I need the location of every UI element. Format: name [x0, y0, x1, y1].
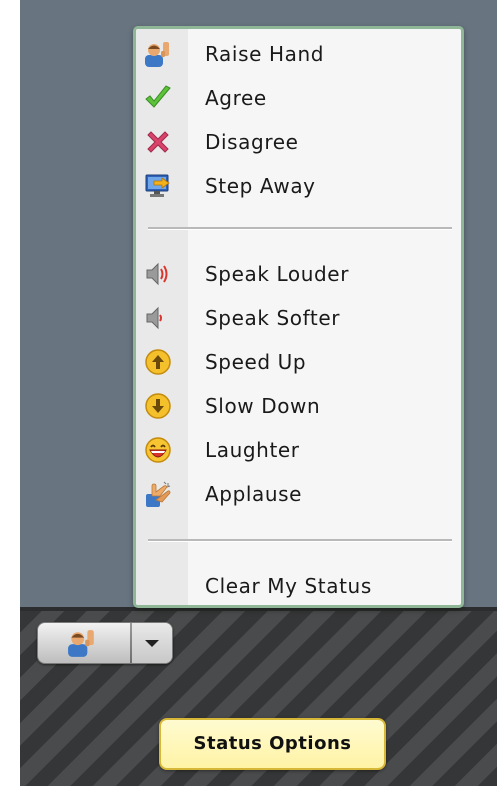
- status-dropdown-button[interactable]: [132, 623, 172, 663]
- menu-item-speak-louder[interactable]: Speak Louder: [136, 254, 461, 294]
- speaker-loud-icon: [144, 260, 172, 288]
- status-options-tooltip: Status Options: [159, 718, 386, 770]
- menu-item-label: Laughter: [205, 438, 300, 462]
- checkmark-icon: [144, 84, 172, 112]
- menu-item-slow-down[interactable]: Slow Down: [136, 386, 461, 426]
- menu-item-label: Applause: [205, 482, 303, 506]
- menu-separator: [148, 227, 452, 230]
- menu-item-label: Step Away: [205, 174, 316, 198]
- raise-hand-icon: [67, 628, 97, 658]
- menu-item-laughter[interactable]: Laughter: [136, 430, 461, 470]
- menu-item-applause[interactable]: Applause: [136, 474, 461, 514]
- status-button-main[interactable]: [38, 623, 130, 663]
- slow-down-icon: [144, 392, 172, 420]
- status-menu: Raise Hand Agree Disagree Step Away Spea…: [133, 26, 464, 608]
- status-button: [37, 622, 173, 664]
- x-icon: [144, 128, 172, 156]
- applause-icon: [144, 480, 172, 508]
- speed-up-icon: [144, 348, 172, 376]
- menu-item-step-away[interactable]: Step Away: [136, 166, 461, 206]
- step-away-icon: [144, 172, 172, 200]
- menu-separator: [148, 539, 452, 542]
- chevron-down-icon: [145, 640, 159, 647]
- menu-item-label: Speak Louder: [205, 262, 350, 286]
- raise-hand-icon: [144, 40, 172, 68]
- speaker-soft-icon: [144, 304, 172, 332]
- app-window: Raise Hand Agree Disagree Step Away Spea…: [20, 0, 497, 786]
- menu-item-label: Speak Softer: [205, 306, 341, 330]
- menu-item-label: Clear My Status: [205, 574, 372, 598]
- menu-item-raise-hand[interactable]: Raise Hand: [136, 34, 461, 74]
- menu-item-label: Agree: [205, 86, 267, 110]
- menu-item-label: Disagree: [205, 130, 299, 154]
- menu-item-label: Speed Up: [205, 350, 307, 374]
- menu-item-speak-softer[interactable]: Speak Softer: [136, 298, 461, 338]
- menu-item-disagree[interactable]: Disagree: [136, 122, 461, 162]
- menu-item-label: Raise Hand: [205, 42, 325, 66]
- menu-item-speed-up[interactable]: Speed Up: [136, 342, 461, 382]
- menu-item-agree[interactable]: Agree: [136, 78, 461, 118]
- menu-item-label: Slow Down: [205, 394, 321, 418]
- laughter-icon: [144, 436, 172, 464]
- menu-item-clear-status[interactable]: Clear My Status: [136, 566, 461, 605]
